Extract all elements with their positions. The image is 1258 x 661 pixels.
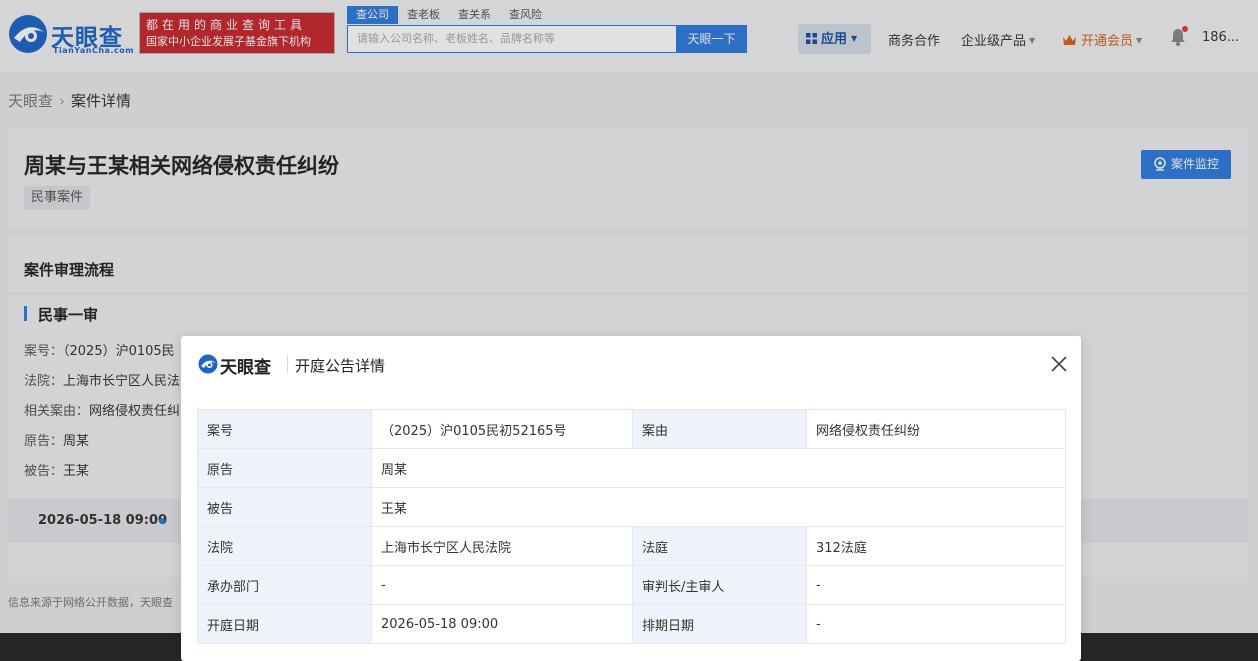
table-row: 案号 （2025）沪0105民初52165号 案由 网络侵权责任纠纷 [197, 409, 1066, 449]
cause-label: 案由 [632, 409, 807, 449]
court-label: 法院 [197, 526, 372, 566]
divider [287, 355, 288, 373]
hearing-date-value: 2026-05-18 09:00 [371, 604, 633, 644]
courtroom-value: 312法庭 [806, 526, 1066, 566]
modal-logo: 天眼查 [198, 353, 288, 378]
close-icon[interactable] [1050, 355, 1068, 373]
table-row: 原告 周某 [197, 448, 1066, 488]
hearing-detail-table: 案号 （2025）沪0105民初52165号 案由 网络侵权责任纠纷 原告 周某… [197, 409, 1066, 644]
table-row: 法院 上海市长宁区人民法院 法庭 312法庭 [197, 526, 1066, 566]
defendant-value: 王某 [371, 487, 1066, 527]
table-row: 被告 王某 [197, 487, 1066, 527]
defendant-label: 被告 [197, 487, 372, 527]
dept-value: - [371, 565, 633, 605]
plaintiff-label: 原告 [197, 448, 372, 488]
dept-label: 承办部门 [197, 565, 372, 605]
case-no-label: 案号 [197, 409, 372, 449]
schedule-value: - [806, 604, 1066, 644]
modal-title: 开庭公告详情 [295, 357, 386, 375]
cause-value: 网络侵权责任纠纷 [806, 409, 1066, 449]
plaintiff-value: 周某 [371, 448, 1066, 488]
judge-label: 审判长/主审人 [632, 565, 807, 605]
table-row: 开庭日期 2026-05-18 09:00 排期日期 - [197, 604, 1066, 644]
schedule-label: 排期日期 [632, 604, 807, 644]
hearing-date-label: 开庭日期 [197, 604, 372, 644]
table-row: 承办部门 - 审判长/主审人 - [197, 565, 1066, 605]
hearing-detail-modal: 天眼查 开庭公告详情 案号 （2025）沪0105民初52165号 案由 网络侵… [181, 336, 1081, 661]
courtroom-label: 法庭 [632, 526, 807, 566]
court-value: 上海市长宁区人民法院 [371, 526, 633, 566]
modal-logo-text: 天眼查 [220, 358, 271, 378]
eye-logo-icon [198, 354, 218, 374]
judge-value: - [806, 565, 1066, 605]
case-no-value: （2025）沪0105民初52165号 [371, 409, 633, 449]
